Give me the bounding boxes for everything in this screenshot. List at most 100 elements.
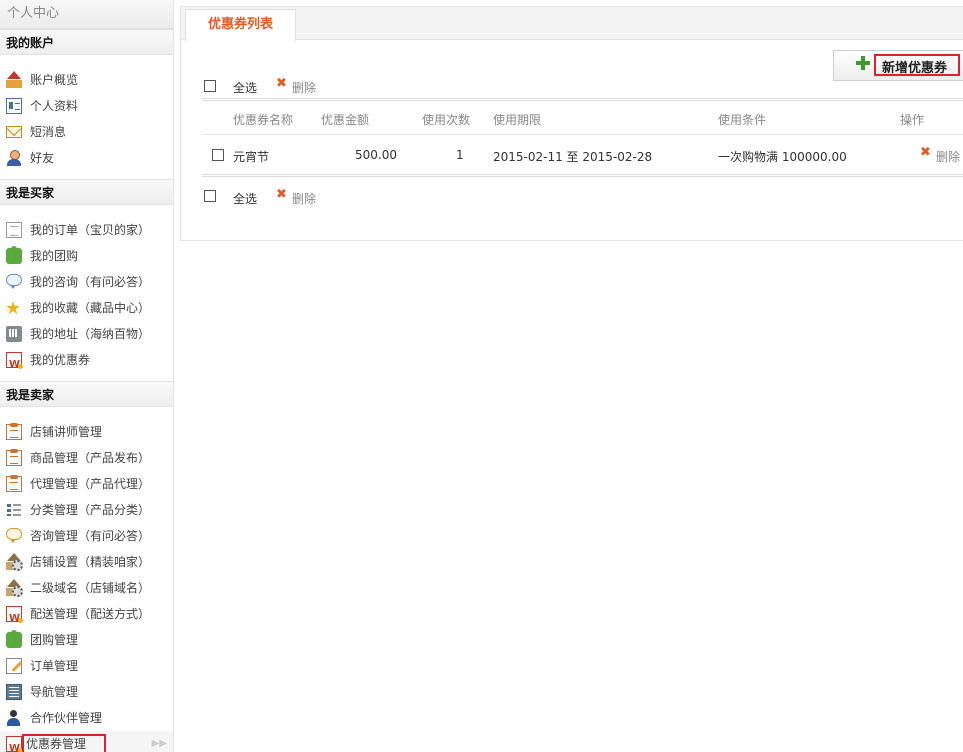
sidebar-item-label: 优惠券管理 [26, 737, 87, 751]
sidebar-item-label: 合作伙伴管理 [30, 711, 103, 725]
select-all-label[interactable]: 全选 [233, 190, 257, 207]
sidebar-item-label: 分类管理（产品分类） [30, 503, 151, 517]
add-coupon-label: 新增优惠券 [882, 61, 948, 76]
sidebar-item-label: 我的咨询（有问必答） [30, 275, 151, 289]
sidebar-item-my-orders[interactable]: 我的订单（宝贝的家） [0, 217, 173, 243]
sidebar-item-label: 好友 [30, 151, 55, 165]
phone-icon [6, 326, 22, 342]
sidebar-item-label: 二级域名（店铺域名） [30, 581, 151, 595]
clipboard-icon [6, 475, 22, 492]
table-bottom-rule [202, 174, 963, 177]
group-list-buyer: 我的订单（宝贝的家） 我的团购 我的咨询（有问必答） 我的收藏（藏品中心） 我的… [0, 205, 173, 381]
bulk-delete-link[interactable]: 删除 [292, 79, 316, 96]
sidebar-item-label: 我的优惠券 [30, 353, 91, 367]
select-all-checkbox[interactable] [204, 80, 216, 92]
list-icon [6, 502, 22, 518]
column-header-amount: 优惠金额 [321, 113, 370, 127]
sidebar-item-label: 我的地址（海纳百物） [30, 327, 151, 341]
sidebar-item-inquiry-management[interactable]: 咨询管理（有问必答） [0, 523, 173, 549]
group-list-my-account: 账户概览 个人资料 短消息 好友 [0, 55, 173, 179]
coupon-list-panel: 优惠券列表 新增优惠券 全选 ✖ 删除 优惠券名称 优惠金额 使用次数 使用期限… [180, 6, 963, 241]
grid-icon [6, 684, 22, 700]
sidebar-item-messages[interactable]: 短消息 [0, 119, 173, 145]
group-header-seller: 我是卖家 [0, 381, 173, 407]
coupon-name: 元宵节 [233, 150, 270, 164]
star-icon [5, 296, 22, 322]
sidebar-item-label: 订单管理 [30, 659, 79, 673]
column-header-action: 操作 [900, 113, 925, 127]
sidebar-item-coupon-management[interactable]: 优惠券管理 ▶▶ [0, 731, 173, 752]
group-list-seller: 店铺讲师管理 商品管理（产品发布） 代理管理（产品代理） 分类管理（产品分类） … [0, 407, 173, 752]
table-top-rule [202, 98, 963, 101]
column-header-period: 使用期限 [493, 113, 542, 127]
tab-bar: 优惠券列表 [181, 7, 963, 41]
sidebar-item-label: 配送管理（配送方式） [30, 607, 151, 621]
sidebar-item-my-inquiries[interactable]: 我的咨询（有问必答） [0, 269, 173, 295]
coupon-uses: 1 [456, 148, 464, 162]
tab-coupon-list[interactable]: 优惠券列表 [185, 9, 296, 41]
sidebar-item-label: 账户概览 [30, 73, 79, 87]
mail-icon [6, 126, 22, 138]
sidebar-title: 个人中心 [0, 0, 173, 29]
sidebar-item-label: 商品管理（产品发布） [30, 451, 151, 465]
sidebar-item-label: 我的订单（宝贝的家） [30, 223, 151, 237]
coupon-amount: 500.00 [355, 148, 397, 162]
fast-forward-icon: ▶▶ [151, 738, 167, 749]
select-all-checkbox-bottom[interactable] [204, 190, 216, 202]
column-header-name: 优惠券名称 [233, 113, 294, 127]
person-icon [6, 150, 22, 166]
sidebar-item-order-management[interactable]: 订单管理 [0, 653, 173, 679]
sidebar-item-agent-management[interactable]: 代理管理（产品代理） [0, 471, 173, 497]
sidebar-item-label: 我的团购 [30, 249, 79, 263]
coupon-condition: 一次购物满 100000.00 [718, 150, 847, 164]
sidebar-item-my-coupons[interactable]: 我的优惠券 [0, 347, 173, 378]
sidebar-item-product-management[interactable]: 商品管理（产品发布） [0, 445, 173, 471]
select-all-label[interactable]: 全选 [233, 79, 257, 96]
clipboard-icon [6, 423, 22, 440]
sidebar-item-nav-management[interactable]: 导航管理 [0, 679, 173, 705]
sidebar-item-profile[interactable]: 个人资料 [0, 93, 173, 119]
column-header-uses: 使用次数 [422, 113, 471, 127]
clipboard-icon [6, 449, 22, 466]
sidebar-item-label: 短消息 [30, 125, 67, 139]
group-header-my-account: 我的账户 [0, 29, 173, 55]
house-settings-icon [6, 553, 23, 571]
delete-x-icon: ✖ [276, 76, 287, 91]
house-icon [6, 71, 22, 88]
delete-x-icon: ✖ [920, 145, 931, 160]
chat-bubble-icon [6, 274, 22, 289]
sidebar-item-subdomain[interactable]: 二级域名（店铺域名） [0, 575, 173, 601]
id-card-icon [6, 98, 22, 114]
sidebar-item-label: 店铺设置（精装咱家） [30, 555, 151, 569]
edit-icon [6, 658, 22, 674]
sidebar-item-my-group-buy[interactable]: 我的团购 [0, 243, 173, 269]
sidebar-item-friends[interactable]: 好友 [0, 145, 173, 171]
sidebar-item-partner-management[interactable]: 合作伙伴管理 [0, 705, 173, 731]
coupon-icon [6, 606, 23, 632]
column-header-condition: 使用条件 [718, 113, 767, 127]
sidebar: 个人中心 我的账户 账户概览 个人资料 短消息 好友 我是买家 我的订单（宝贝的… [0, 0, 174, 752]
document-icon [6, 222, 22, 238]
coupon-period: 2015-02-11 至 2015-02-28 [493, 150, 653, 164]
sidebar-item-label: 个人资料 [30, 99, 79, 113]
sidebar-item-store-settings[interactable]: 店铺设置（精装咱家） [0, 549, 173, 575]
header-rule [202, 134, 963, 135]
sidebar-item-label: 店铺讲师管理 [30, 425, 103, 439]
sidebar-item-my-favorites[interactable]: 我的收藏（藏品中心） [0, 295, 173, 322]
delete-x-icon: ✖ [276, 187, 287, 202]
puzzle-icon [6, 246, 22, 264]
partners-icon [6, 710, 22, 726]
bulk-delete-link[interactable]: 删除 [292, 190, 316, 207]
coupon-icon [6, 352, 23, 378]
sidebar-item-category-management[interactable]: 分类管理（产品分类） [0, 497, 173, 523]
sidebar-item-group-buy-management[interactable]: 团购管理 [0, 627, 173, 653]
sidebar-item-label: 团购管理 [30, 633, 79, 647]
sidebar-item-my-address[interactable]: 我的地址（海纳百物） [0, 321, 173, 347]
add-coupon-button[interactable]: 新增优惠券 [833, 50, 963, 81]
sidebar-item-account-overview[interactable]: 账户概览 [0, 67, 173, 93]
row-checkbox[interactable] [212, 149, 224, 161]
sidebar-item-lecturer-management[interactable]: 店铺讲师管理 [0, 419, 173, 445]
sidebar-item-label: 导航管理 [30, 685, 79, 699]
sidebar-item-delivery-management[interactable]: 配送管理（配送方式） [0, 601, 173, 632]
row-delete-link[interactable]: 删除 [936, 148, 960, 165]
